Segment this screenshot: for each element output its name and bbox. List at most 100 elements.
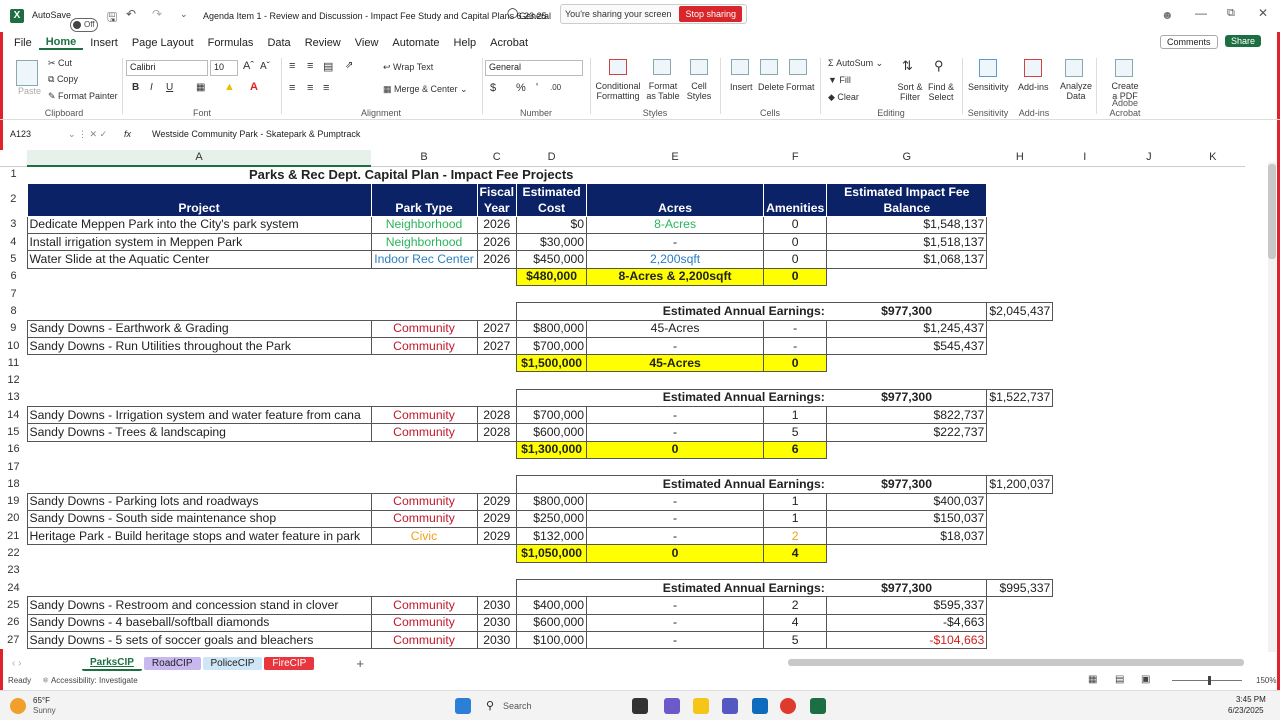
find-select-icon[interactable]: ⚲ (934, 58, 944, 74)
empty-cell[interactable] (1117, 631, 1181, 648)
park-type-cell[interactable]: Community (370, 509, 478, 529)
empty-cell[interactable] (27, 545, 371, 562)
sheet-title[interactable]: Parks & Rec Dept. Capital Plan - Impact … (27, 166, 987, 183)
zoom-slider[interactable] (1172, 680, 1242, 681)
project-cell[interactable]: Install irrigation system in Meppen Park (26, 233, 372, 252)
empty-cell[interactable] (987, 441, 1053, 458)
annual-earnings-label[interactable]: Estimated Annual Earnings: (516, 302, 827, 321)
annual-earnings-label[interactable]: Estimated Annual Earnings: (516, 388, 827, 407)
estimated-cost-cell[interactable]: $100,000 (516, 630, 588, 650)
row-number[interactable]: 9 (0, 320, 27, 338)
row-number[interactable]: 3 (0, 216, 27, 234)
row-number[interactable]: 26 (0, 614, 27, 632)
col-header-f[interactable]: F (763, 150, 827, 167)
estimated-cost-cell[interactable]: $250,000 (516, 509, 588, 529)
empty-cell[interactable] (477, 441, 517, 458)
empty-cell[interactable] (477, 545, 517, 562)
empty-cell[interactable] (987, 355, 1053, 372)
row-number[interactable]: 27 (0, 631, 27, 649)
annual-earnings-value[interactable]: $977,300 (826, 475, 987, 494)
total-acres-cell[interactable]: 45-Acres (586, 354, 765, 373)
share-button[interactable]: Share (1225, 35, 1262, 47)
analyze-data-label[interactable]: Analyze Data (1058, 81, 1094, 101)
project-cell[interactable]: Dedicate Meppen Park into the City's par… (26, 215, 372, 235)
empty-cell[interactable] (1117, 337, 1181, 354)
acres-cell[interactable]: - (586, 336, 765, 356)
project-cell[interactable]: Water Slide at the Aquatic Center (26, 250, 372, 269)
fiscal-year-cell[interactable]: 2029 (476, 527, 518, 546)
empty-cell[interactable] (517, 372, 587, 389)
vertical-scrollbar[interactable] (1268, 162, 1276, 652)
acres-cell[interactable]: - (586, 233, 765, 252)
impact-fee-balance-cell[interactable]: $1,068,137 (826, 250, 988, 269)
empty-cell[interactable] (827, 355, 987, 372)
empty-cell[interactable] (1181, 528, 1245, 545)
empty-cell[interactable] (1117, 597, 1181, 614)
empty-cell[interactable] (477, 285, 517, 302)
impact-fee-balance-cell[interactable]: $1,200,037 (986, 475, 1054, 494)
row-number[interactable]: 16 (0, 441, 27, 459)
empty-cell[interactable] (371, 545, 477, 562)
annual-earnings-value[interactable]: $977,300 (826, 388, 987, 407)
redo-icon[interactable]: ↷ (152, 7, 162, 21)
empty-cell[interactable] (827, 285, 987, 302)
empty-cell[interactable] (1053, 355, 1117, 372)
horizontal-scrollbar[interactable] (788, 659, 1244, 666)
estimated-cost-cell[interactable]: $30,000 (516, 233, 588, 252)
header-park-type[interactable]: Park Type (370, 182, 478, 217)
project-cell[interactable]: Sandy Downs - Earthwork & Grading (26, 319, 372, 338)
empty-cell[interactable] (1181, 251, 1245, 268)
empty-cell[interactable] (27, 458, 371, 475)
impact-fee-balance-cell[interactable]: $150,037 (826, 509, 988, 529)
empty-cell[interactable] (371, 303, 477, 320)
empty-cell[interactable] (1053, 597, 1117, 614)
empty-cell[interactable] (1053, 320, 1117, 337)
empty-cell[interactable] (1117, 545, 1181, 562)
empty-cell[interactable] (1053, 458, 1117, 475)
estimated-cost-cell[interactable]: $700,000 (516, 336, 588, 356)
cell-styles-icon[interactable] (690, 59, 708, 75)
park-type-cell[interactable]: Community (370, 596, 478, 615)
empty-cell[interactable] (1181, 268, 1245, 285)
row-number[interactable]: 20 (0, 510, 27, 528)
empty-cell[interactable] (1053, 303, 1117, 320)
empty-cell[interactable] (1117, 234, 1181, 251)
name-box-dropdown-icon[interactable]: ⌄ ⋮ ✕ ✓ (68, 129, 124, 140)
empty-cell[interactable] (1053, 389, 1117, 406)
clear-button[interactable]: ◆ Clear (828, 92, 859, 103)
col-header-e[interactable]: E (586, 150, 764, 167)
empty-cell[interactable] (764, 458, 827, 475)
empty-cell[interactable] (1181, 580, 1245, 597)
col-header-c[interactable]: C (477, 150, 517, 167)
project-cell[interactable]: Sandy Downs - South side maintenance sho… (26, 509, 372, 529)
empty-cell[interactable] (1117, 216, 1181, 233)
total-cost-cell[interactable]: $1,500,000 (516, 354, 588, 373)
row-number[interactable]: 4 (0, 233, 27, 251)
wrap-text-button[interactable]: ↩ Wrap Text (383, 62, 433, 73)
total-acres-cell[interactable]: 0 (586, 544, 765, 563)
park-type-cell[interactable]: Community (370, 492, 478, 511)
impact-fee-balance-cell[interactable]: $1,518,137 (826, 233, 988, 252)
empty-cell[interactable] (987, 597, 1053, 614)
impact-fee-balance-cell[interactable]: $1,245,437 (826, 319, 988, 338)
sensitivity-button-label[interactable]: Sensitivity (968, 82, 1009, 92)
header-impact-fee[interactable]: Estimated Impact Fee Balance (826, 182, 988, 217)
col-header-h[interactable]: H (986, 150, 1053, 167)
page-break-view-icon[interactable]: ▣ (1141, 674, 1150, 685)
fiscal-year-cell[interactable]: 2027 (476, 336, 518, 356)
row-number[interactable]: 10 (0, 337, 27, 355)
empty-cell[interactable] (1181, 355, 1245, 372)
empty-cell[interactable] (477, 389, 517, 406)
addins-label[interactable]: Add-ins (1018, 82, 1049, 92)
park-type-cell[interactable]: Neighborhood (370, 215, 478, 235)
tab-page-layout[interactable]: Page Layout (125, 37, 201, 49)
tab-review[interactable]: Review (298, 37, 348, 49)
empty-cell[interactable] (1181, 476, 1245, 493)
empty-cell[interactable] (1053, 372, 1117, 389)
empty-cell[interactable] (1117, 424, 1181, 441)
empty-cell[interactable] (1117, 389, 1181, 406)
empty-cell[interactable] (764, 372, 827, 389)
empty-cell[interactable] (1053, 580, 1117, 597)
project-cell[interactable]: Sandy Downs - Run Utilities throughout t… (26, 336, 372, 356)
empty-cell[interactable] (477, 476, 517, 493)
